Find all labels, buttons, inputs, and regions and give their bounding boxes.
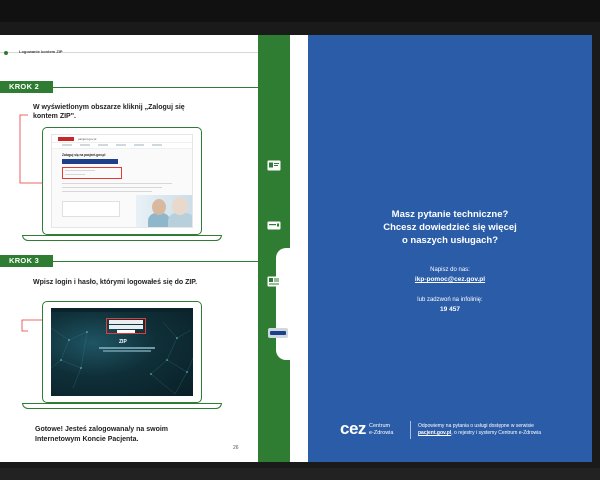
closing-line2: Internetowym Koncie Pacjenta.	[35, 436, 139, 443]
zip-logo: ZIP	[119, 339, 127, 345]
write-label: Napisz do nas:	[430, 267, 470, 273]
screenshot-zip-login: ZIP	[51, 308, 193, 396]
closing-line1: Gotowe! Jesteś zalogowana/y na swoim	[35, 426, 169, 433]
card-icon[interactable]	[267, 218, 281, 230]
laptop-1-base	[22, 235, 222, 241]
highlight-zip-login	[62, 167, 122, 179]
footer-note: Odpowiemy na pytania o usługi dostępne w…	[418, 423, 588, 437]
mock-text-line	[62, 183, 172, 185]
left-page: Logowanie kontem ZIP KROK 2 W wyświetlon…	[0, 35, 258, 462]
mock-caption-line	[99, 347, 155, 349]
mock-nav-item	[62, 144, 72, 146]
mock-nav-item	[134, 144, 144, 146]
mock-login-button	[62, 159, 118, 164]
footer-line2-wrap: pacjent.gov.pl, o rejestry i systemy Cen…	[418, 430, 588, 437]
support-phone: 19 457	[440, 306, 460, 313]
viewer-top-bar	[0, 0, 600, 22]
cez-logo-text-line2: e-Zdrowia	[369, 430, 394, 436]
contact-title-line2: Chcesz dowiedzieć się więcej	[383, 222, 517, 233]
laptop-2-base	[22, 403, 222, 409]
mock-info-box	[62, 201, 120, 217]
mock-heading: Zaloguj się na pacjent.gov.pl	[62, 153, 106, 157]
cez-logo-text-line1: Centrum	[369, 423, 391, 429]
mock-nav-item	[98, 144, 108, 146]
laptop-2-screen: ZIP	[42, 301, 202, 403]
laptop-1-screen: pacjent.gov.pl Zaloguj się na pacjent.go…	[42, 127, 202, 235]
page-number: 26	[233, 445, 239, 451]
mock-text-line	[62, 191, 152, 193]
mock-person-face	[152, 199, 166, 215]
contact-title-line1: Masz pytanie techniczne?	[391, 209, 509, 220]
chip-icon[interactable]	[268, 328, 288, 338]
mock-person-face	[172, 197, 188, 215]
mock-topbar	[51, 308, 193, 312]
right-page: Masz pytanie techniczne? Chcesz dowiedzi…	[308, 35, 592, 462]
step-3-badge: KROK 3	[0, 255, 53, 267]
mock-nav-item	[80, 144, 90, 146]
cez-logo-text: Centrum e-Zdrowia	[369, 423, 393, 437]
screenshot-pacjent-login: pacjent.gov.pl Zaloguj się na pacjent.go…	[51, 134, 193, 228]
mock-logo	[58, 137, 74, 141]
footer-link[interactable]: pacjent.gov.pl	[418, 430, 451, 436]
contact-title: Masz pytanie techniczne? Chcesz dowiedzi…	[308, 208, 592, 247]
call-label: lub zadzwoń na infolinię:	[417, 297, 483, 303]
mock-caption-line	[103, 350, 151, 352]
support-email-link[interactable]: ikp-pomoc@cez.gov.pl	[308, 276, 592, 283]
footer-line1: Odpowiemy na pytania o usługi dostępne w…	[418, 423, 534, 429]
closing-text: Gotowe! Jesteś zalogowana/y na swoim Int…	[35, 425, 168, 445]
step-3-instruction: Wpisz login i hasło, którymi logowałeś s…	[33, 279, 198, 286]
tab-notch	[276, 248, 296, 360]
cez-logo-mark: cez	[340, 419, 366, 438]
contact-title-line3: o naszych usługach?	[401, 235, 499, 246]
step-3-rule	[53, 261, 258, 262]
mock-person	[148, 213, 170, 227]
chip-inner	[270, 331, 286, 335]
mock-submit-button	[117, 330, 135, 333]
mock-person	[168, 213, 192, 227]
viewer-bottom-bar	[0, 468, 600, 480]
viewer-stage: Logowanie kontem ZIP KROK 2 W wyświetlon…	[0, 0, 600, 480]
mock-nav-item	[152, 144, 162, 146]
mock-text-line	[65, 170, 95, 172]
mock-text-line	[62, 187, 162, 189]
footer-divider	[410, 421, 411, 439]
id-card-icon[interactable]	[267, 158, 281, 171]
document-icon[interactable]	[267, 274, 281, 287]
footer-line2: , o rejestry i systemy Centrum e-Zdrowia	[451, 430, 541, 436]
cez-logo: cez	[340, 419, 366, 439]
mock-url: pacjent.gov.pl	[78, 137, 97, 141]
mock-text-line	[65, 174, 85, 176]
mock-nav-item	[116, 144, 126, 146]
